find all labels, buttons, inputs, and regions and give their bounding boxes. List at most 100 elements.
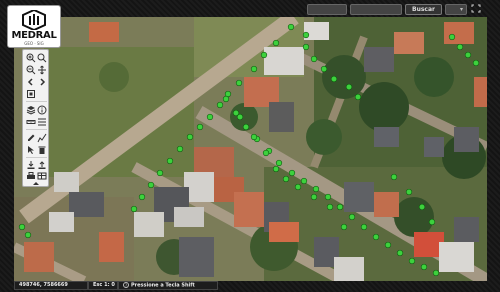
point-marker[interactable] xyxy=(420,263,428,271)
download-icon[interactable] xyxy=(26,160,36,170)
upload-icon[interactable] xyxy=(37,160,47,170)
point-marker[interactable] xyxy=(320,65,328,73)
point-marker[interactable] xyxy=(448,33,456,41)
expand-icon[interactable] xyxy=(470,4,482,15)
point-marker[interactable] xyxy=(326,203,334,211)
point-marker[interactable] xyxy=(302,43,310,51)
point-marker[interactable] xyxy=(24,231,32,239)
point-marker[interactable] xyxy=(390,173,398,181)
select-icon[interactable] xyxy=(26,145,36,155)
coordinates-readout: 498746, 7586669 xyxy=(14,281,88,290)
point-marker[interactable] xyxy=(216,101,224,109)
point-marker[interactable] xyxy=(156,169,164,177)
point-marker[interactable] xyxy=(222,95,230,103)
point-marker[interactable] xyxy=(250,65,258,73)
point-marker[interactable] xyxy=(242,123,250,131)
options-dropdown[interactable]: ▾ xyxy=(444,4,467,15)
point-marker[interactable] xyxy=(372,233,380,241)
point-marker[interactable] xyxy=(272,165,280,173)
toolbar-divider xyxy=(26,101,47,102)
info-icon[interactable] xyxy=(37,105,47,115)
search-button[interactable]: Buscar xyxy=(405,4,442,15)
zoom-box-icon[interactable] xyxy=(37,53,47,63)
point-marker[interactable] xyxy=(235,79,243,87)
full-extent-icon[interactable] xyxy=(26,89,36,99)
layer-select[interactable] xyxy=(307,4,347,15)
point-marker[interactable] xyxy=(472,59,480,67)
help-icon: ? xyxy=(123,282,129,288)
point-marker[interactable] xyxy=(272,39,280,47)
point-markers-layer xyxy=(18,23,480,277)
point-marker[interactable] xyxy=(336,203,344,211)
point-marker[interactable] xyxy=(130,205,138,213)
point-marker[interactable] xyxy=(206,113,214,121)
medral-logo: MEDRAL GEO · SIG xyxy=(7,5,61,48)
map-toolbar xyxy=(22,49,49,187)
point-marker[interactable] xyxy=(428,218,436,226)
zoom-out-icon[interactable] xyxy=(26,65,36,75)
point-marker[interactable] xyxy=(262,149,270,157)
status-bar: 498746, 7586669 Esc 1: 0 ? Pressione a Te… xyxy=(14,281,487,290)
toolbar-divider xyxy=(26,157,47,158)
point-marker[interactable] xyxy=(312,185,320,193)
point-marker[interactable] xyxy=(260,51,268,59)
point-marker[interactable] xyxy=(275,159,283,167)
point-marker[interactable] xyxy=(324,193,332,201)
top-bar: Buscar ▾ xyxy=(307,4,482,15)
point-marker[interactable] xyxy=(147,181,155,189)
previous-extent-icon[interactable] xyxy=(26,77,36,87)
point-marker[interactable] xyxy=(310,193,318,201)
point-marker[interactable] xyxy=(354,93,362,101)
list-icon[interactable] xyxy=(37,117,47,127)
point-marker[interactable] xyxy=(300,177,308,185)
point-marker[interactable] xyxy=(18,223,26,231)
logo-text: MEDRAL xyxy=(11,30,57,41)
point-marker[interactable] xyxy=(340,223,348,231)
draw-icon[interactable] xyxy=(37,133,47,143)
layers-icon[interactable] xyxy=(26,105,36,115)
point-marker[interactable] xyxy=(360,223,368,231)
point-marker[interactable] xyxy=(294,183,302,191)
point-marker[interactable] xyxy=(166,157,174,165)
collapse-icon[interactable] xyxy=(31,180,41,187)
search-input[interactable] xyxy=(350,4,402,15)
measure-icon[interactable] xyxy=(26,117,36,127)
point-marker[interactable] xyxy=(302,31,310,39)
point-marker[interactable] xyxy=(250,133,258,141)
hint-text: Pressione a Tecla Shift xyxy=(131,282,195,289)
point-marker[interactable] xyxy=(396,249,404,257)
point-marker[interactable] xyxy=(384,241,392,249)
point-marker[interactable] xyxy=(348,213,356,221)
point-marker[interactable] xyxy=(456,43,464,51)
logo-subtext: GEO · SIG xyxy=(24,41,44,46)
point-marker[interactable] xyxy=(138,193,146,201)
point-marker[interactable] xyxy=(405,188,413,196)
point-marker[interactable] xyxy=(236,113,244,121)
logo-mark-icon xyxy=(22,10,46,30)
scale-value: Esc 1: 0 xyxy=(93,282,115,288)
edit-icon[interactable] xyxy=(26,133,36,143)
point-marker[interactable] xyxy=(176,145,184,153)
scale-readout: Esc 1: 0 xyxy=(88,281,118,290)
coordinates-value: 498746, 7586669 xyxy=(19,282,68,288)
chevron-down-icon: ▾ xyxy=(459,6,463,13)
point-marker[interactable] xyxy=(345,83,353,91)
point-marker[interactable] xyxy=(196,123,204,131)
zoom-in-icon[interactable] xyxy=(26,53,36,63)
point-marker[interactable] xyxy=(418,203,426,211)
delete-icon[interactable] xyxy=(37,145,47,155)
point-marker[interactable] xyxy=(330,75,338,83)
point-marker[interactable] xyxy=(288,169,296,177)
point-marker[interactable] xyxy=(282,175,290,183)
point-marker[interactable] xyxy=(432,269,440,277)
next-extent-icon[interactable] xyxy=(37,77,47,87)
toolbar-divider xyxy=(26,129,47,130)
map-canvas[interactable] xyxy=(14,17,487,281)
point-marker[interactable] xyxy=(186,133,194,141)
point-marker[interactable] xyxy=(464,51,472,59)
point-marker[interactable] xyxy=(408,257,416,265)
point-marker[interactable] xyxy=(287,23,295,31)
point-marker[interactable] xyxy=(310,55,318,63)
hint-readout: ? Pressione a Tecla Shift xyxy=(118,281,218,290)
pan-icon[interactable] xyxy=(37,65,47,75)
